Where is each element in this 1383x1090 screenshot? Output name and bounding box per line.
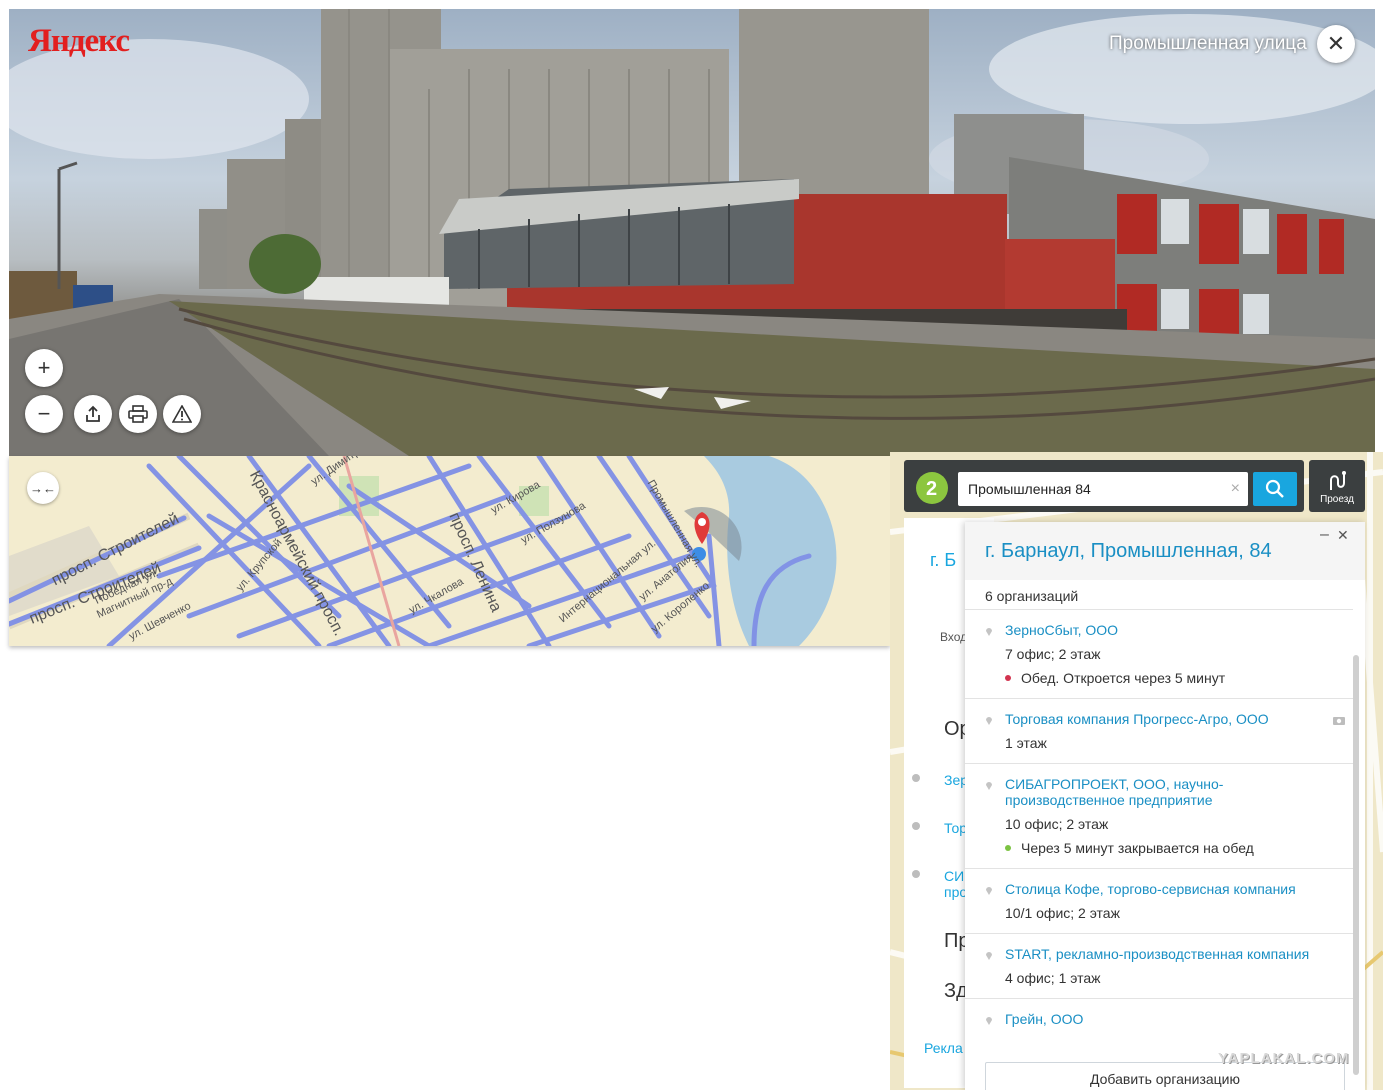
- pin-icon: [912, 822, 920, 830]
- camera-icon: [1333, 717, 1345, 725]
- organization-address: 1 этаж: [1005, 735, 1047, 751]
- organization-address: 4 офис; 1 этаж: [1005, 970, 1101, 986]
- underlay-text: г. Б: [930, 550, 957, 570]
- divider: [965, 609, 1353, 610]
- share-button[interactable]: [74, 395, 112, 433]
- gis-window: 2 Промышленная 84 × Проезд г. Б Вход Ор …: [890, 452, 1383, 1090]
- organization-name[interactable]: Торговая компания Прогресс-Агро, ООО: [1005, 711, 1335, 727]
- printer-icon: [128, 405, 148, 423]
- route-icon: [1330, 471, 1346, 490]
- close-icon: ✕: [1326, 31, 1346, 56]
- pin-icon: [986, 952, 992, 960]
- report-problem-button[interactable]: [163, 395, 201, 433]
- svg-text:2: 2: [926, 478, 937, 499]
- organization-item[interactable]: Грейн, ООО: [965, 1011, 1353, 1041]
- divider: [965, 933, 1353, 934]
- route-button-label: Проезд: [1320, 494, 1354, 505]
- yandex-logo: Яндекс: [28, 23, 130, 59]
- warning-icon: [172, 405, 192, 423]
- address-card-header: г. Барнаул, Промышленная, 84 – ✕: [965, 522, 1365, 580]
- clear-search-icon[interactable]: ×: [1231, 480, 1240, 498]
- underlay-text: Вход: [940, 630, 968, 644]
- organization-count: 6 организаций: [985, 588, 1079, 604]
- organization-status: Обед. Откроется через 5 минут: [1021, 670, 1226, 686]
- zoom-out-button[interactable]: −: [25, 395, 63, 433]
- 2gis-logo-icon: 2: [926, 478, 937, 499]
- organization-status: Через 5 минут закрывается на обед: [1021, 840, 1254, 856]
- organization-address: 7 офис; 2 этаж: [1005, 646, 1101, 662]
- 2gis-logo[interactable]: 2: [916, 472, 948, 504]
- pin-icon: [912, 870, 920, 878]
- plus-icon: +: [37, 355, 51, 380]
- pin-icon: [986, 717, 992, 725]
- underlay-text[interactable]: про: [944, 884, 967, 900]
- organization-name[interactable]: START, рекламно-производственная компани…: [1005, 946, 1335, 962]
- street-panorama[interactable]: Яндекс Промышленная улица ✕ + −: [9, 9, 1375, 456]
- organization-name[interactable]: ЗерноСбыт, ООО: [1005, 622, 1335, 638]
- collapse-arrows-icon: →←: [30, 480, 56, 496]
- address-title: г. Барнаул, Промышленная, 84: [985, 540, 1272, 562]
- underlay-text[interactable]: СИ: [944, 868, 964, 884]
- divider: [965, 763, 1353, 764]
- organization-address: 10/1 офис; 2 этаж: [1005, 905, 1120, 921]
- organization-address: 10 офис; 2 этаж: [1005, 816, 1109, 832]
- organization-item[interactable]: Столица Кофе, торгово-сервисная компания…: [965, 881, 1353, 931]
- status-dot: [1005, 675, 1011, 681]
- search-input-value: Промышленная 84: [968, 481, 1091, 497]
- zoom-in-button[interactable]: +: [25, 349, 63, 387]
- organization-item[interactable]: Торговая компания Прогресс-Агро, ООО 1 э…: [965, 711, 1353, 761]
- pin-icon: [986, 628, 992, 636]
- address-card: г. Барнаул, Промышленная, 84 – ✕ 6 орган…: [965, 522, 1365, 1090]
- divider: [965, 998, 1353, 999]
- share-icon: [86, 405, 100, 422]
- organization-name[interactable]: Грейн, ООО: [1005, 1011, 1335, 1027]
- watermark: YAPLAKAL.COM: [1218, 1050, 1350, 1067]
- pin-icon: [912, 774, 920, 782]
- map-streets: [9, 456, 890, 646]
- minimize-card-button[interactable]: –: [1320, 526, 1329, 544]
- pin-icon: [986, 887, 992, 895]
- search-button[interactable]: [1253, 472, 1297, 506]
- pin-icon: [986, 782, 992, 790]
- organization-item[interactable]: START, рекламно-производственная компани…: [965, 946, 1353, 996]
- search-input[interactable]: Промышленная 84 ×: [958, 472, 1248, 506]
- organization-name[interactable]: СИБАГРОПРОЕКТ, ООО, научно-производствен…: [1005, 776, 1335, 808]
- pin-icon: [986, 1017, 992, 1025]
- street-name: Промышленная улица: [1109, 33, 1307, 54]
- organization-name[interactable]: Столица Кофе, торгово-сервисная компания: [1005, 881, 1335, 897]
- underlay-text[interactable]: Тор: [944, 820, 967, 836]
- underlay-text[interactable]: Рекла: [924, 1040, 963, 1056]
- close-card-button[interactable]: ✕: [1337, 527, 1349, 544]
- minus-icon: −: [37, 401, 51, 426]
- divider: [965, 868, 1353, 869]
- collapse-map-button[interactable]: →←: [27, 472, 59, 504]
- search-toolbar: 2 Промышленная 84 ×: [904, 460, 1304, 512]
- status-dot: [1005, 845, 1011, 851]
- print-button[interactable]: [119, 395, 157, 433]
- organization-item[interactable]: ЗерноСбыт, ООО 7 офис; 2 этаж Обед. Откр…: [965, 622, 1353, 692]
- divider: [965, 698, 1353, 699]
- search-icon: [1265, 479, 1284, 498]
- close-button[interactable]: ✕: [1317, 25, 1355, 63]
- route-button[interactable]: Проезд: [1309, 460, 1365, 512]
- street-coverage-map[interactable]: →← просп. Строителей просп. Строителей К…: [9, 456, 890, 646]
- scrollbar[interactable]: [1353, 655, 1359, 1075]
- panorama-scene: [9, 9, 1375, 456]
- organization-item[interactable]: СИБАГРОПРОЕКТ, ООО, научно-производствен…: [965, 776, 1353, 871]
